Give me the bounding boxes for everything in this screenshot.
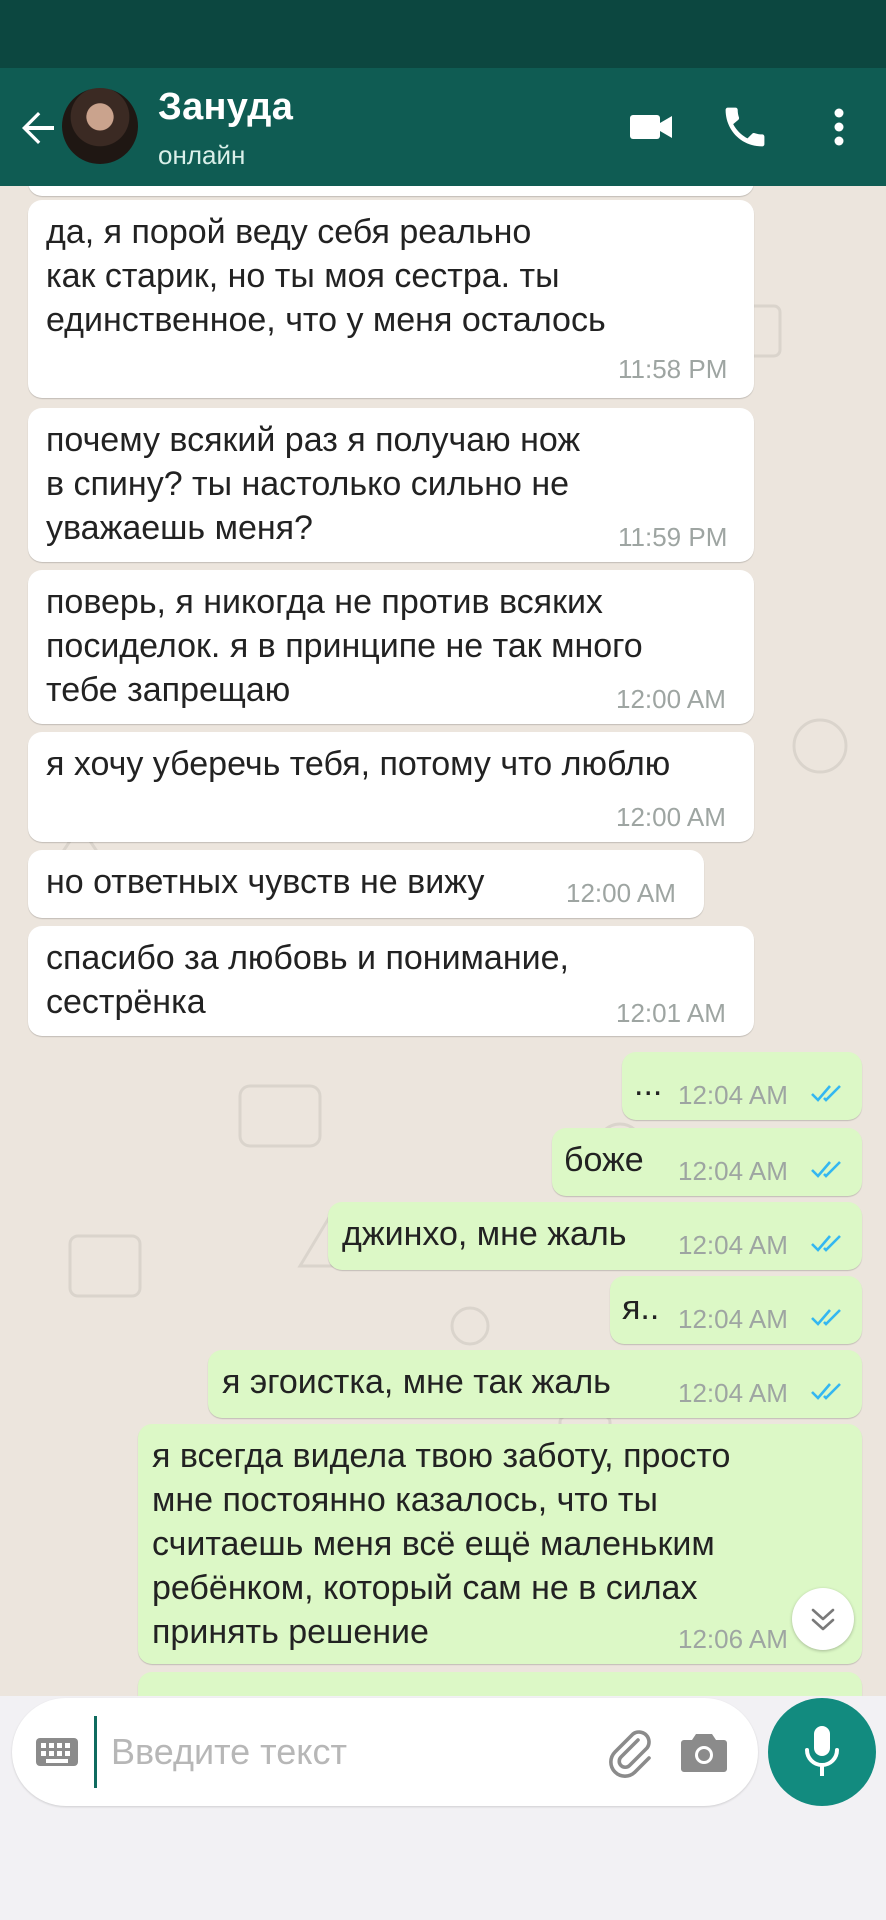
more-vertical-icon[interactable] (814, 102, 864, 152)
message-time: 12:00 AM (616, 684, 726, 714)
message-text: почему всякий раз я получаю нож в спину?… (46, 421, 581, 547)
read-ticks-icon (811, 1383, 841, 1400)
arrow-left-icon[interactable] (14, 104, 62, 152)
avatar[interactable] (62, 88, 138, 164)
voice-record-button[interactable] (768, 1698, 876, 1806)
message-time: 12:00 AM (616, 802, 726, 832)
message-time: 12:04 AM (678, 1304, 788, 1334)
contact-status: онлайн (158, 140, 246, 170)
read-ticks-icon (811, 1085, 841, 1102)
message-time: 12:01 AM (616, 998, 726, 1028)
message-time: 12:04 AM (678, 1230, 788, 1260)
read-ticks-icon (811, 1161, 841, 1178)
message-bubble-incoming[interactable]: но ответных чувств не вижу 12:00 AM (28, 850, 704, 918)
navigation-bar-area (0, 1816, 886, 1920)
message-text: ... (634, 1065, 663, 1103)
message-bubble-outgoing[interactable]: джинхо, мне жаль 12:04 AM (328, 1202, 862, 1270)
message-text: я.. (622, 1289, 660, 1327)
message-time: 11:58 PM (618, 354, 728, 384)
message-bubble-outgoing[interactable]: боже 12:04 AM (552, 1128, 862, 1196)
message-text: спасибо за любовь и понимание, сестрёнка (46, 939, 569, 1021)
voice-call-icon[interactable] (720, 102, 770, 152)
camera-icon[interactable] (680, 1730, 728, 1774)
message-bubble-outgoing[interactable]: ... 12:04 AM (622, 1052, 862, 1120)
message-list[interactable]: да, я порой веду себя реально как старик… (0, 186, 886, 1696)
message-time: 12:04 AM (678, 1156, 788, 1186)
double-chevron-down-icon (811, 1608, 835, 1631)
message-text: я эгоистка, мне так жаль (222, 1363, 611, 1401)
message-text: я всегда видела твою заботу, просто мне … (152, 1437, 731, 1651)
message-text: да, я порой веду себя реально как старик… (46, 213, 606, 339)
message-text: боже (564, 1141, 644, 1179)
message-bubble-incoming[interactable]: я хочу уберечь тебя, потому что люблю 12… (28, 732, 754, 842)
message-bubble-incoming[interactable]: да, я порой веду себя реально как старик… (28, 200, 754, 398)
message-time: 12:04 AM (678, 1080, 788, 1110)
message-text: джинхо, мне жаль (342, 1215, 627, 1253)
contact-name[interactable]: Зануда (158, 86, 293, 129)
chat-header: Зануда онлайн (0, 68, 886, 186)
message-time: 12:00 AM (566, 878, 676, 908)
message-bubble-partial (138, 1672, 862, 1696)
read-ticks-icon (811, 1309, 841, 1326)
paperclip-icon[interactable] (604, 1726, 656, 1778)
message-text: но ответных чувств не вижу (46, 863, 485, 901)
scroll-to-bottom-button[interactable] (792, 1588, 854, 1650)
message-bubble-outgoing[interactable]: я эгоистка, мне так жаль 12:04 AM (208, 1350, 862, 1418)
status-bar (0, 0, 886, 68)
microphone-icon (805, 1726, 839, 1776)
message-bubble-outgoing[interactable]: я.. 12:04 AM (610, 1276, 862, 1344)
keyboard-icon[interactable] (34, 1732, 80, 1772)
message-bubble-outgoing[interactable]: я всегда видела твою заботу, просто мне … (138, 1424, 862, 1664)
message-text: я хочу уберечь тебя, потому что люблю (46, 745, 671, 783)
message-time: 12:04 AM (678, 1378, 788, 1408)
read-ticks-icon (811, 1235, 841, 1252)
message-time: 12:06 AM (678, 1624, 788, 1654)
message-text: поверь, я никогда не против всяких посид… (46, 583, 643, 709)
message-bubble-partial (28, 186, 754, 196)
message-bubble-incoming[interactable]: почему всякий раз я получаю нож в спину?… (28, 408, 754, 562)
message-composer (12, 1698, 758, 1806)
message-time: 11:59 PM (618, 522, 728, 552)
video-call-icon[interactable] (626, 102, 676, 152)
message-bubble-incoming[interactable]: поверь, я никогда не против всяких посид… (28, 570, 754, 724)
message-input[interactable] (94, 1716, 613, 1788)
message-bubble-incoming[interactable]: спасибо за любовь и понимание, сестрёнка… (28, 926, 754, 1036)
